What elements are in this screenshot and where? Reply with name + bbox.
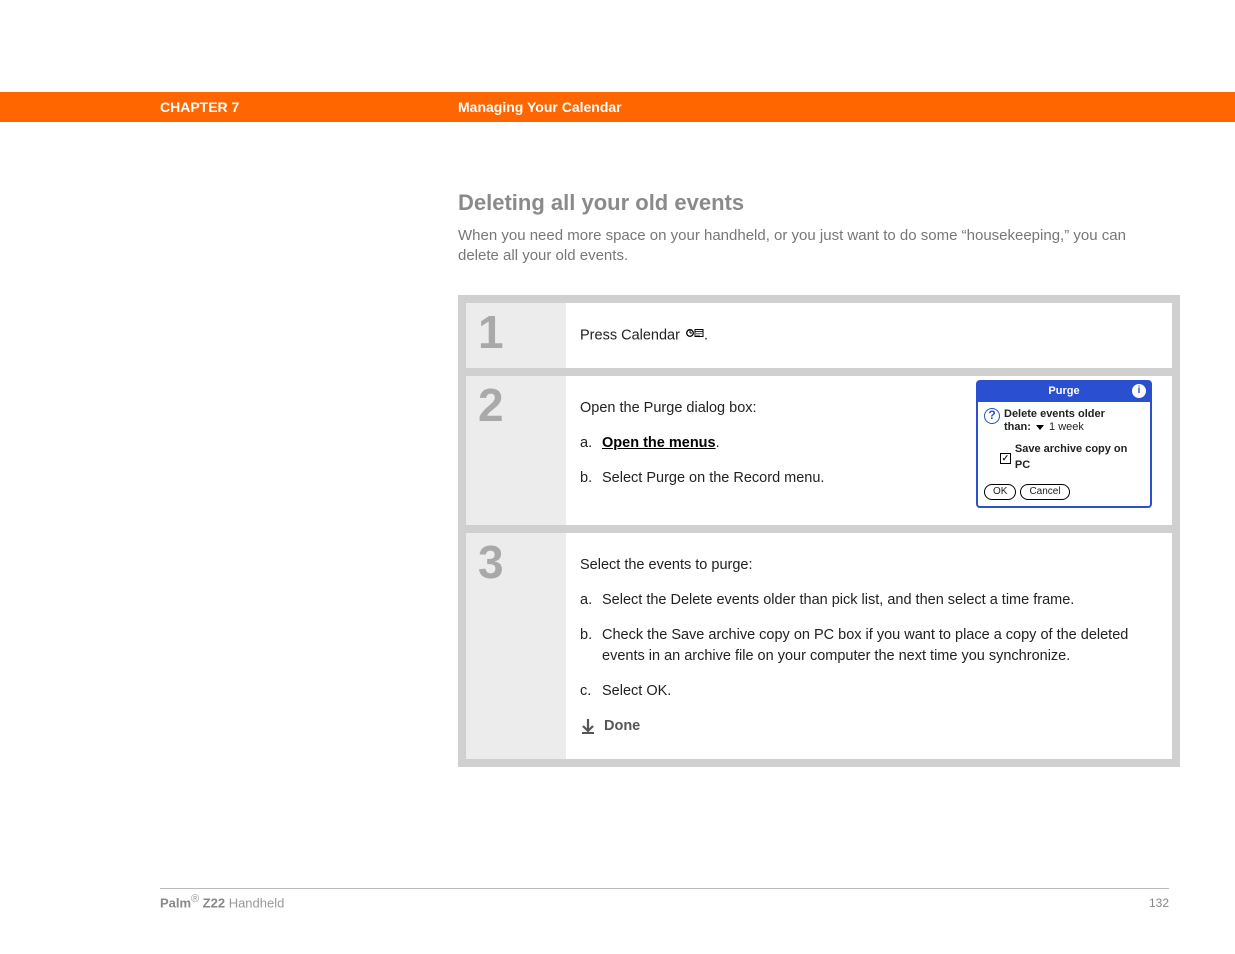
open-menus-link[interactable]: Open the menus [602, 435, 716, 451]
dialog-text: Delete events older than: 1 week [1004, 408, 1105, 434]
substep-letter: b. [580, 468, 602, 489]
step-number: 2 [466, 376, 566, 525]
step-body: Press Calendar . [566, 303, 1172, 368]
substep-letter: a. [580, 433, 602, 454]
step-row: 3 Select the events to purge: a. Select … [466, 533, 1172, 759]
steps-container: 1 Press Calendar . 2 Open the Purge dial… [458, 295, 1180, 768]
substep-letter: b. [580, 625, 602, 667]
cancel-button[interactable]: Cancel [1020, 484, 1069, 500]
done-indicator: Done [580, 716, 1148, 737]
step-row: 1 Press Calendar . [466, 303, 1172, 368]
footer-brand-bold: Palm [160, 895, 191, 910]
dropdown-icon[interactable] [1036, 425, 1044, 430]
page-title: Deleting all your old events [458, 190, 1168, 216]
substep-letter: a. [580, 590, 602, 611]
footer-brand: Palm® Z22 Handheld [160, 893, 284, 910]
done-arrow-icon [580, 718, 596, 734]
purge-dialog-title: Purge i [978, 382, 1150, 402]
dialog-than-label: than: [1004, 421, 1031, 433]
substep: b. Check the Save archive copy on PC box… [580, 625, 1148, 667]
dialog-title-text: Purge [1048, 384, 1079, 400]
header-bar: CHAPTER 7 Managing Your Calendar [0, 92, 1235, 122]
dialog-line1: Delete events older [1004, 408, 1105, 420]
substep-text: Check the Save archive copy on PC box if… [602, 625, 1148, 667]
page-number: 132 [1149, 896, 1169, 910]
substep: c. Select OK. [580, 681, 1148, 702]
substep-suffix: . [716, 435, 720, 451]
header-section: Managing Your Calendar [458, 99, 622, 115]
dialog-buttons: OK Cancel [978, 478, 1150, 506]
dialog-timeframe-value[interactable]: 1 week [1049, 421, 1084, 433]
footer-divider [160, 888, 1169, 889]
step-body: Select the events to purge: a. Select th… [566, 533, 1172, 759]
done-label: Done [604, 716, 640, 737]
step-row: 2 Open the Purge dialog box: a. Open the… [466, 376, 1172, 525]
step-number: 1 [466, 303, 566, 368]
header-chapter: CHAPTER 7 [160, 99, 239, 115]
substep-letter: c. [580, 681, 602, 702]
info-icon[interactable]: i [1132, 384, 1146, 398]
footer-model: Z22 [199, 895, 229, 910]
step-text-suffix: . [704, 327, 708, 343]
substep-text: Select the Delete events older than pick… [602, 590, 1148, 611]
calendar-icon [686, 325, 704, 346]
archive-checkbox[interactable]: ✓ [1000, 453, 1011, 464]
substep-text: Select OK. [602, 681, 1148, 702]
content-area: Deleting all your old events When you ne… [458, 190, 1168, 767]
footer-reg: ® [191, 893, 199, 905]
ok-button[interactable]: OK [984, 484, 1016, 500]
archive-checkbox-row: ✓ Save archive copy on PC [1000, 442, 1144, 474]
dialog-message: ? Delete events older than: 1 week [984, 408, 1144, 434]
purge-dialog: Purge i ? Delete events older than: 1 we… [976, 380, 1152, 508]
intro-text: When you need more space on your handhel… [458, 226, 1168, 267]
step-text: Press Calendar [580, 327, 684, 343]
question-icon: ? [984, 408, 1000, 424]
step-body: Open the Purge dialog box: a. Open the m… [566, 376, 1172, 525]
archive-checkbox-label: Save archive copy on PC [1015, 442, 1144, 474]
purge-dialog-body: ? Delete events older than: 1 week ✓ Sav… [978, 402, 1150, 478]
step-lead: Select the events to purge: [580, 555, 1148, 576]
footer-suffix: Handheld [229, 895, 285, 910]
substep: a. Select the Delete events older than p… [580, 590, 1148, 611]
step-number: 3 [466, 533, 566, 759]
